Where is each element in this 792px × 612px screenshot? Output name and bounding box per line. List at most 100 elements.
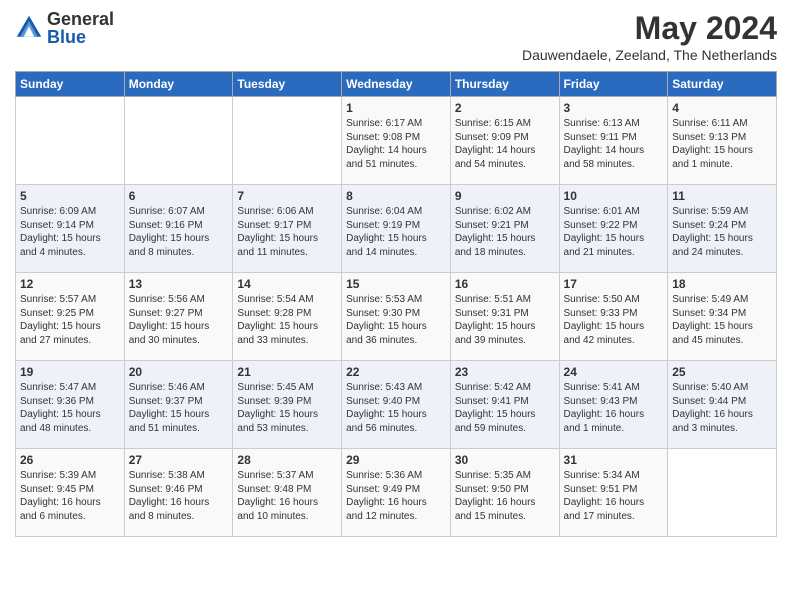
calendar-cell: 25Sunrise: 5:40 AM Sunset: 9:44 PM Dayli…	[668, 361, 777, 449]
day-number: 3	[564, 101, 664, 115]
calendar-cell: 31 Sunrise: 5:34 AM Sunset: 9:51 PM Dayli…	[559, 449, 668, 537]
calendar-cell	[233, 97, 342, 185]
week-row-1: 1 Sunrise: 6:17 AM Sunset: 9:08 PM Daylig…	[16, 97, 777, 185]
day-info: Sunrise: 6:02 AM Sunset: 9:21 PM Dayligh…	[455, 205, 555, 259]
day-info: Sunrise: 5:41 AM Sunset: 9:43 PM Dayligh…	[564, 381, 664, 435]
day-number: 24	[564, 365, 664, 379]
calendar-body: 1 Sunrise: 6:17 AM Sunset: 9:08 PM Daylig…	[16, 97, 777, 537]
location-subtitle: Dauwendaele, Zeeland, The Netherlands	[522, 47, 777, 63]
calendar-cell: 18 Sunrise: 5:49 AM Sunset: 9:34 PM Dayli…	[668, 273, 777, 361]
day-number: 4	[672, 101, 772, 115]
day-number: 17	[564, 277, 664, 291]
day-info: Sunrise: 5:50 AM Sunset: 9:33 PM Dayligh…	[564, 293, 664, 347]
day-number: 1	[346, 101, 446, 115]
day-info: Sunrise: 5:57 AM Sunset: 9:25 PM Dayligh…	[20, 293, 120, 347]
calendar-cell: 30Sunrise: 5:35 AM Sunset: 9:50 PM Dayli…	[450, 449, 559, 537]
logo-icon	[15, 14, 43, 42]
calendar-cell: 9 Sunrise: 6:02 AM Sunset: 9:21 PM Daylig…	[450, 185, 559, 273]
day-number: 13	[129, 277, 229, 291]
day-number: 18	[672, 277, 772, 291]
day-number: 2	[455, 101, 555, 115]
day-info: Sunrise: 5:34 AM Sunset: 9:51 PM Dayligh…	[564, 469, 664, 523]
logo-blue-text: Blue	[47, 28, 114, 46]
day-info: Sunrise: 5:39 AM Sunset: 9:45 PM Dayligh…	[20, 469, 120, 523]
calendar-cell: 4 Sunrise: 6:11 AM Sunset: 9:13 PM Daylig…	[668, 97, 777, 185]
day-number: 8	[346, 189, 446, 203]
days-of-week-row: SundayMondayTuesdayWednesdayThursdayFrid…	[16, 72, 777, 97]
day-number: 22	[346, 365, 446, 379]
calendar-cell: 2 Sunrise: 6:15 AM Sunset: 9:09 PM Daylig…	[450, 97, 559, 185]
calendar-cell: 27Sunrise: 5:38 AM Sunset: 9:46 PM Dayli…	[124, 449, 233, 537]
day-info: Sunrise: 6:04 AM Sunset: 9:19 PM Dayligh…	[346, 205, 446, 259]
day-info: Sunrise: 5:43 AM Sunset: 9:40 PM Dayligh…	[346, 381, 446, 435]
calendar-header: SundayMondayTuesdayWednesdayThursdayFrid…	[16, 72, 777, 97]
calendar-cell: 7Sunrise: 6:06 AM Sunset: 9:17 PM Daylig…	[233, 185, 342, 273]
logo: General Blue	[15, 10, 114, 46]
logo-general-text: General	[47, 10, 114, 28]
day-info: Sunrise: 6:09 AM Sunset: 9:14 PM Dayligh…	[20, 205, 120, 259]
calendar-table: SundayMondayTuesdayWednesdayThursdayFrid…	[15, 71, 777, 537]
calendar-cell: 13 Sunrise: 5:56 AM Sunset: 9:27 PM Dayli…	[124, 273, 233, 361]
calendar-cell: 24 Sunrise: 5:41 AM Sunset: 9:43 PM Dayli…	[559, 361, 668, 449]
calendar-cell: 16Sunrise: 5:51 AM Sunset: 9:31 PM Dayli…	[450, 273, 559, 361]
title-block: May 2024 Dauwendaele, Zeeland, The Nethe…	[522, 10, 777, 63]
day-info: Sunrise: 6:07 AM Sunset: 9:16 PM Dayligh…	[129, 205, 229, 259]
page-header: General Blue May 2024 Dauwendaele, Zeela…	[15, 10, 777, 63]
day-number: 6	[129, 189, 229, 203]
day-header-thursday: Thursday	[450, 72, 559, 97]
calendar-cell: 3 Sunrise: 6:13 AM Sunset: 9:11 PM Daylig…	[559, 97, 668, 185]
day-info: Sunrise: 5:56 AM Sunset: 9:27 PM Dayligh…	[129, 293, 229, 347]
day-info: Sunrise: 5:59 AM Sunset: 9:24 PM Dayligh…	[672, 205, 772, 259]
day-info: Sunrise: 6:06 AM Sunset: 9:17 PM Dayligh…	[237, 205, 337, 259]
day-number: 19	[20, 365, 120, 379]
day-info: Sunrise: 5:49 AM Sunset: 9:34 PM Dayligh…	[672, 293, 772, 347]
day-number: 31	[564, 453, 664, 467]
day-header-wednesday: Wednesday	[342, 72, 451, 97]
calendar-cell: 23Sunrise: 5:42 AM Sunset: 9:41 PM Dayli…	[450, 361, 559, 449]
day-info: Sunrise: 5:45 AM Sunset: 9:39 PM Dayligh…	[237, 381, 337, 435]
day-header-friday: Friday	[559, 72, 668, 97]
calendar-cell: 14Sunrise: 5:54 AM Sunset: 9:28 PM Dayli…	[233, 273, 342, 361]
calendar-cell: 19Sunrise: 5:47 AM Sunset: 9:36 PM Dayli…	[16, 361, 125, 449]
day-number: 11	[672, 189, 772, 203]
day-number: 5	[20, 189, 120, 203]
day-info: Sunrise: 5:51 AM Sunset: 9:31 PM Dayligh…	[455, 293, 555, 347]
calendar-cell: 20Sunrise: 5:46 AM Sunset: 9:37 PM Dayli…	[124, 361, 233, 449]
day-header-sunday: Sunday	[16, 72, 125, 97]
day-info: Sunrise: 6:01 AM Sunset: 9:22 PM Dayligh…	[564, 205, 664, 259]
calendar-cell: 1 Sunrise: 6:17 AM Sunset: 9:08 PM Daylig…	[342, 97, 451, 185]
day-info: Sunrise: 5:54 AM Sunset: 9:28 PM Dayligh…	[237, 293, 337, 347]
calendar-cell: 10 Sunrise: 6:01 AM Sunset: 9:22 PM Dayli…	[559, 185, 668, 273]
day-number: 12	[20, 277, 120, 291]
day-info: Sunrise: 6:17 AM Sunset: 9:08 PM Dayligh…	[346, 117, 446, 171]
month-title: May 2024	[522, 10, 777, 47]
day-number: 25	[672, 365, 772, 379]
day-info: Sunrise: 6:11 AM Sunset: 9:13 PM Dayligh…	[672, 117, 772, 171]
calendar-cell: 8 Sunrise: 6:04 AM Sunset: 9:19 PM Daylig…	[342, 185, 451, 273]
calendar-cell	[124, 97, 233, 185]
day-number: 29	[346, 453, 446, 467]
day-number: 30	[455, 453, 555, 467]
calendar-cell	[668, 449, 777, 537]
day-number: 9	[455, 189, 555, 203]
calendar-cell: 5 Sunrise: 6:09 AM Sunset: 9:14 PM Daylig…	[16, 185, 125, 273]
calendar-cell: 12 Sunrise: 5:57 AM Sunset: 9:25 PM Dayli…	[16, 273, 125, 361]
calendar-cell: 28Sunrise: 5:37 AM Sunset: 9:48 PM Dayli…	[233, 449, 342, 537]
day-number: 26	[20, 453, 120, 467]
day-number: 15	[346, 277, 446, 291]
day-number: 10	[564, 189, 664, 203]
calendar-cell	[16, 97, 125, 185]
calendar-cell: 17 Sunrise: 5:50 AM Sunset: 9:33 PM Dayli…	[559, 273, 668, 361]
week-row-2: 5 Sunrise: 6:09 AM Sunset: 9:14 PM Daylig…	[16, 185, 777, 273]
day-info: Sunrise: 6:13 AM Sunset: 9:11 PM Dayligh…	[564, 117, 664, 171]
day-info: Sunrise: 5:36 AM Sunset: 9:49 PM Dayligh…	[346, 469, 446, 523]
week-row-4: 19Sunrise: 5:47 AM Sunset: 9:36 PM Dayli…	[16, 361, 777, 449]
day-info: Sunrise: 5:46 AM Sunset: 9:37 PM Dayligh…	[129, 381, 229, 435]
day-header-tuesday: Tuesday	[233, 72, 342, 97]
day-info: Sunrise: 5:38 AM Sunset: 9:46 PM Dayligh…	[129, 469, 229, 523]
day-number: 21	[237, 365, 337, 379]
day-info: Sunrise: 6:15 AM Sunset: 9:09 PM Dayligh…	[455, 117, 555, 171]
calendar-cell: 6 Sunrise: 6:07 AM Sunset: 9:16 PM Daylig…	[124, 185, 233, 273]
day-info: Sunrise: 5:37 AM Sunset: 9:48 PM Dayligh…	[237, 469, 337, 523]
week-row-3: 12 Sunrise: 5:57 AM Sunset: 9:25 PM Dayli…	[16, 273, 777, 361]
